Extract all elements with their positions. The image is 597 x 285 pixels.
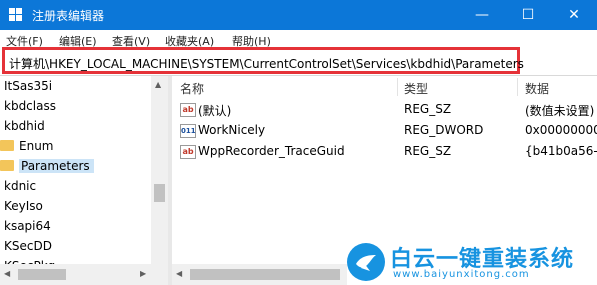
string-value-icon: ab [180,145,196,159]
value-name: (默认) [198,104,232,118]
tree-item[interactable]: KeyIso [4,196,43,216]
regedit-app-icon [9,8,23,22]
tree-vertical-scrollbar[interactable]: ▲ [151,76,168,264]
maximize-button[interactable]: ☐ [505,0,551,30]
scroll-thumb[interactable] [154,184,165,202]
tree-item[interactable]: kbdclass [4,96,56,116]
tree-item-enum[interactable]: Enum [0,136,53,156]
tree-item-label: kbdclass [4,99,56,113]
close-button[interactable]: ✕ [551,0,597,30]
scroll-left-arrow-icon[interactable]: ◀ [176,269,182,278]
title-bar: 注册表编辑器 — ☐ ✕ [0,0,597,30]
column-header-data[interactable]: 数据 [525,80,549,97]
address-highlight-box: 计算机\HKEY_LOCAL_MACHINE\SYSTEM\CurrentCon… [2,47,524,74]
tree-horizontal-scrollbar[interactable]: ◀ ▶ [0,264,168,285]
folder-icon [0,140,14,151]
tree-item-label: ItSas35i [4,79,53,93]
value-type: REG_DWORD [404,123,484,137]
value-data: 0x00000000 [525,123,597,137]
value-row[interactable]: 011 WorkNicely REG_DWORD 0x00000000 [172,121,597,141]
value-row[interactable]: ab (默认) REG_SZ (数值未设置) [172,100,597,120]
value-type: REG_SZ [404,144,452,158]
scroll-right-arrow-icon[interactable]: ▶ [140,269,146,278]
column-header-type[interactable]: 类型 [404,80,428,97]
tree-item[interactable]: kdnic [4,176,36,196]
window-title: 注册表编辑器 [32,9,105,23]
tree-item-label: ksapi64 [4,219,51,233]
folder-icon [0,160,14,171]
scroll-left-arrow-icon[interactable]: ◀ [4,269,10,278]
tree-item[interactable]: ksapi64 [4,216,51,236]
tree-item-label: kbdhid [4,119,45,133]
column-divider[interactable] [517,78,518,96]
tree-item[interactable]: kbdhid [4,116,45,136]
scroll-up-arrow-icon[interactable]: ▲ [155,80,161,89]
tree-item[interactable]: ItSas35i [4,76,52,96]
column-header-name[interactable]: 名称 [180,80,204,97]
minimize-button[interactable]: — [459,0,505,30]
watermark: 白云一键重装系统 www.baiyunxitong.com [347,240,597,285]
tree-item-label: KeyIso [4,199,43,213]
column-divider[interactable] [397,78,398,96]
tree-item-parameters[interactable]: Parameters [0,156,94,176]
watermark-url: www.baiyunxitong.com [393,269,530,280]
tree-item[interactable]: KSecDD [4,236,52,256]
dword-value-icon: 011 [180,124,196,138]
tree-item-label: KSecDD [4,239,52,253]
scroll-thumb[interactable] [18,269,66,280]
value-data: (数值未设置) [525,104,595,118]
value-data: {b41b0a56- [525,144,597,158]
value-name: WppRecorder_TraceGuid [198,144,345,158]
tree-item-label-selected: Parameters [19,159,94,173]
value-type: REG_SZ [404,102,452,116]
scroll-thumb[interactable] [190,269,340,280]
address-path[interactable]: 计算机\HKEY_LOCAL_MACHINE\SYSTEM\CurrentCon… [9,55,524,72]
tree-pane: ItSas35i kbdclass kbdhid Enum Parameters… [0,76,168,285]
string-value-icon: ab [180,103,196,117]
value-name: WorkNicely [198,123,266,137]
bird-logo-icon [347,243,385,281]
tree-item-label: Enum [19,139,54,153]
tree-item-label: kdnic [4,179,37,193]
value-row[interactable]: ab WppRecorder_TraceGuid REG_SZ {b41b0a5… [172,142,597,162]
